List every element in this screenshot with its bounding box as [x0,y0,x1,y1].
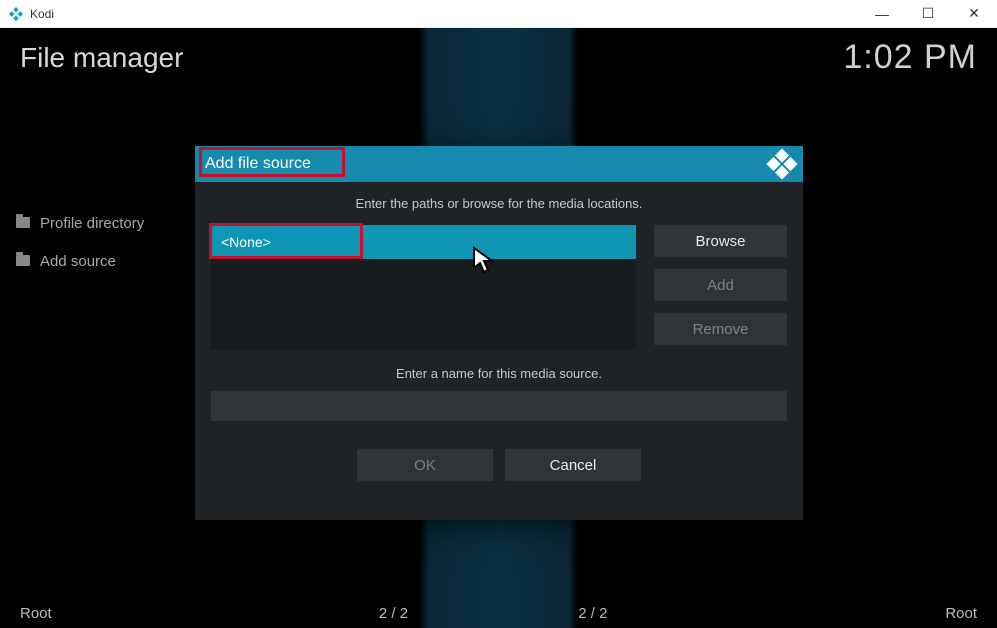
name-hint: Enter a name for this media source. [211,366,787,381]
add-button[interactable]: Add [654,269,787,301]
kodi-app-icon [8,6,24,22]
sidebar: Profile directory Add source [12,204,192,280]
dialog-footer: OK Cancel [211,449,787,481]
folder-icon [16,255,30,266]
minimize-button[interactable]: — [867,4,897,24]
add-file-source-dialog: Add file source Enter the paths or brows… [195,146,803,520]
window-title: Kodi [30,7,867,21]
paths-hint: Enter the paths or browse for the media … [211,196,787,211]
paths-list: <None> [211,225,636,350]
sidebar-item-label: Add source [40,253,116,270]
browse-button[interactable]: Browse [654,225,787,257]
dialog-title: Add file source [205,155,311,172]
folder-icon [16,217,30,228]
dialog-body: Enter the paths or browse for the media … [195,182,803,481]
app-viewport: File manager 1:02 PM Profile directory A… [0,28,997,628]
source-name-input[interactable] [211,391,787,421]
close-button[interactable]: ✕ [959,4,989,24]
sidebar-item-profile-directory[interactable]: Profile directory [12,204,192,242]
maximize-button[interactable]: ☐ [913,4,943,24]
status-counter-left: 2 / 2 [379,605,408,622]
dialog-header: Add file source [195,146,803,182]
path-item-selected[interactable]: <None> [211,225,636,259]
kodi-logo-icon [766,148,797,179]
status-counter-right: 2 / 2 [578,605,607,622]
remove-button[interactable]: Remove [654,313,787,345]
status-right-root: Root [945,605,977,622]
clock: 1:02 PM [843,38,977,77]
window-controls: — ☐ ✕ [867,4,989,24]
window-titlebar: Kodi — ☐ ✕ [0,0,997,28]
sidebar-item-label: Profile directory [40,215,144,232]
sidebar-item-add-source[interactable]: Add source [12,242,192,280]
path-item-value: <None> [221,234,271,250]
page-title: File manager [20,42,183,74]
status-bar: Root 2 / 2 2 / 2 Root [0,598,997,628]
ok-button[interactable]: OK [357,449,493,481]
cancel-button[interactable]: Cancel [505,449,641,481]
status-left-root: Root [20,605,52,622]
